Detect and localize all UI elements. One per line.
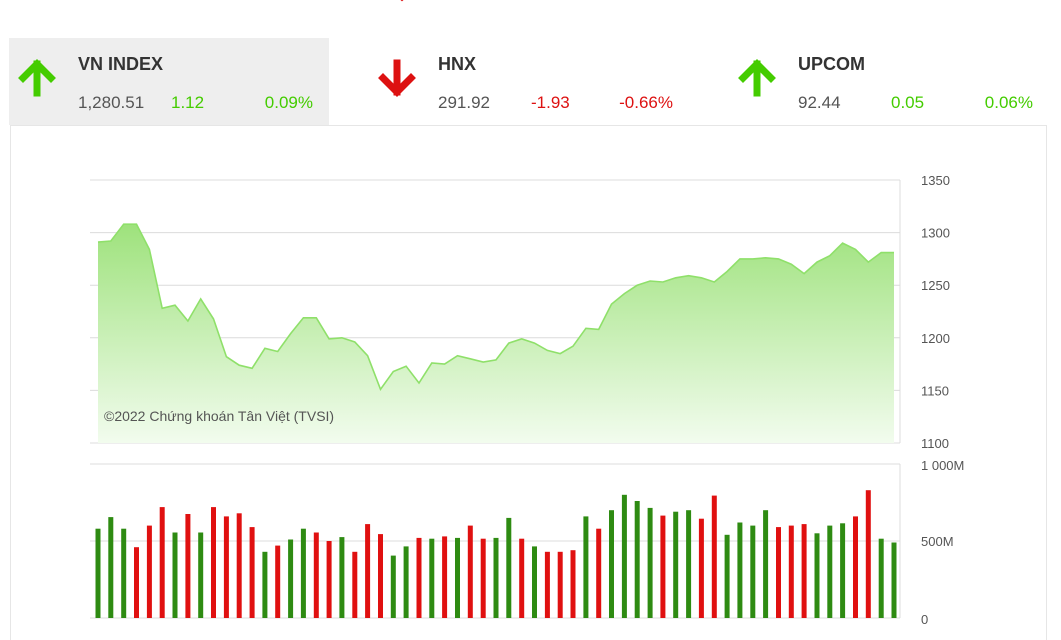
volume-bar	[878, 538, 884, 618]
volume-bar	[506, 517, 512, 618]
index-chart[interactable]: 1350 1300 1250 1200 1150 1100 ©2022 Chứng kho…	[0, 0, 1061, 640]
volume-bar	[853, 516, 858, 618]
volume-bar	[596, 528, 602, 618]
volume-bar	[557, 551, 563, 618]
volume-bar	[801, 524, 807, 618]
volume-bar	[378, 534, 383, 618]
volume-bar	[121, 528, 127, 618]
y-tick-label: 1200	[921, 331, 950, 346]
volume-bar	[390, 555, 396, 618]
volume-bar	[686, 510, 692, 618]
volume-bar	[455, 537, 460, 618]
y-tick-label: 1100	[921, 436, 949, 451]
y-tick-label: 1150	[921, 383, 949, 398]
volume-bar	[249, 527, 255, 618]
volume-bar	[95, 528, 101, 618]
volume-bar	[814, 533, 820, 618]
volume-bar	[544, 551, 550, 618]
volume-bar	[300, 528, 306, 618]
volume-bar	[711, 495, 717, 618]
volume-bar	[480, 538, 486, 618]
volume-bar	[352, 551, 358, 618]
y-tick-label: 1 000M	[921, 458, 964, 473]
y-tick-label: 1300	[921, 226, 950, 241]
volume-bar	[827, 525, 833, 618]
volume-bar	[339, 537, 345, 618]
volume-bar	[429, 538, 435, 618]
volume-bar	[647, 507, 653, 618]
volume-bar	[750, 525, 756, 618]
volume-bar	[326, 541, 332, 618]
y-tick-label: 1350	[921, 173, 950, 188]
volume-bar	[134, 547, 139, 618]
volume-bar	[865, 490, 871, 618]
volume-bar	[519, 538, 525, 618]
volume-bar	[416, 537, 422, 618]
volume-bar	[724, 534, 730, 618]
volume-bar	[532, 546, 537, 618]
volume-bar	[840, 523, 846, 618]
volume-bar	[146, 525, 152, 618]
volume-bar	[698, 518, 704, 618]
volume-bar	[262, 551, 268, 618]
volume-bar	[493, 537, 499, 618]
volume-bar	[236, 513, 242, 618]
volume-bar	[442, 536, 448, 618]
volume-bar	[211, 507, 216, 618]
volume-bar	[621, 494, 627, 618]
volume-bar	[660, 515, 666, 618]
volume-bar	[365, 524, 371, 618]
volume-bar	[223, 516, 229, 618]
volume-bar	[288, 539, 294, 618]
volume-bar	[172, 532, 178, 618]
volume-bar	[634, 501, 640, 618]
volume-bar	[275, 545, 281, 618]
volume-bar	[609, 510, 614, 618]
y-tick-label: 1250	[921, 278, 950, 293]
y-tick-label: 0	[921, 612, 928, 627]
volume-bar	[570, 550, 576, 618]
volume-bar	[403, 546, 409, 618]
y-tick-label: 500M	[921, 534, 954, 549]
volume-bar	[737, 522, 743, 618]
volume-bar	[891, 542, 897, 618]
volume-bar	[159, 507, 165, 618]
volume-bar	[776, 527, 781, 618]
volume-bar	[763, 510, 769, 618]
volume-bar	[313, 532, 319, 618]
volume-bar	[185, 514, 191, 618]
volume-bar	[788, 525, 794, 618]
volume-bar	[198, 532, 204, 618]
volume-bar	[467, 525, 473, 618]
volume-bar	[583, 516, 589, 618]
volume-bar	[673, 511, 679, 618]
copyright-text: ©2022 Chứng khoán Tân Việt (TVSI)	[104, 408, 334, 424]
volume-bar	[108, 517, 114, 618]
